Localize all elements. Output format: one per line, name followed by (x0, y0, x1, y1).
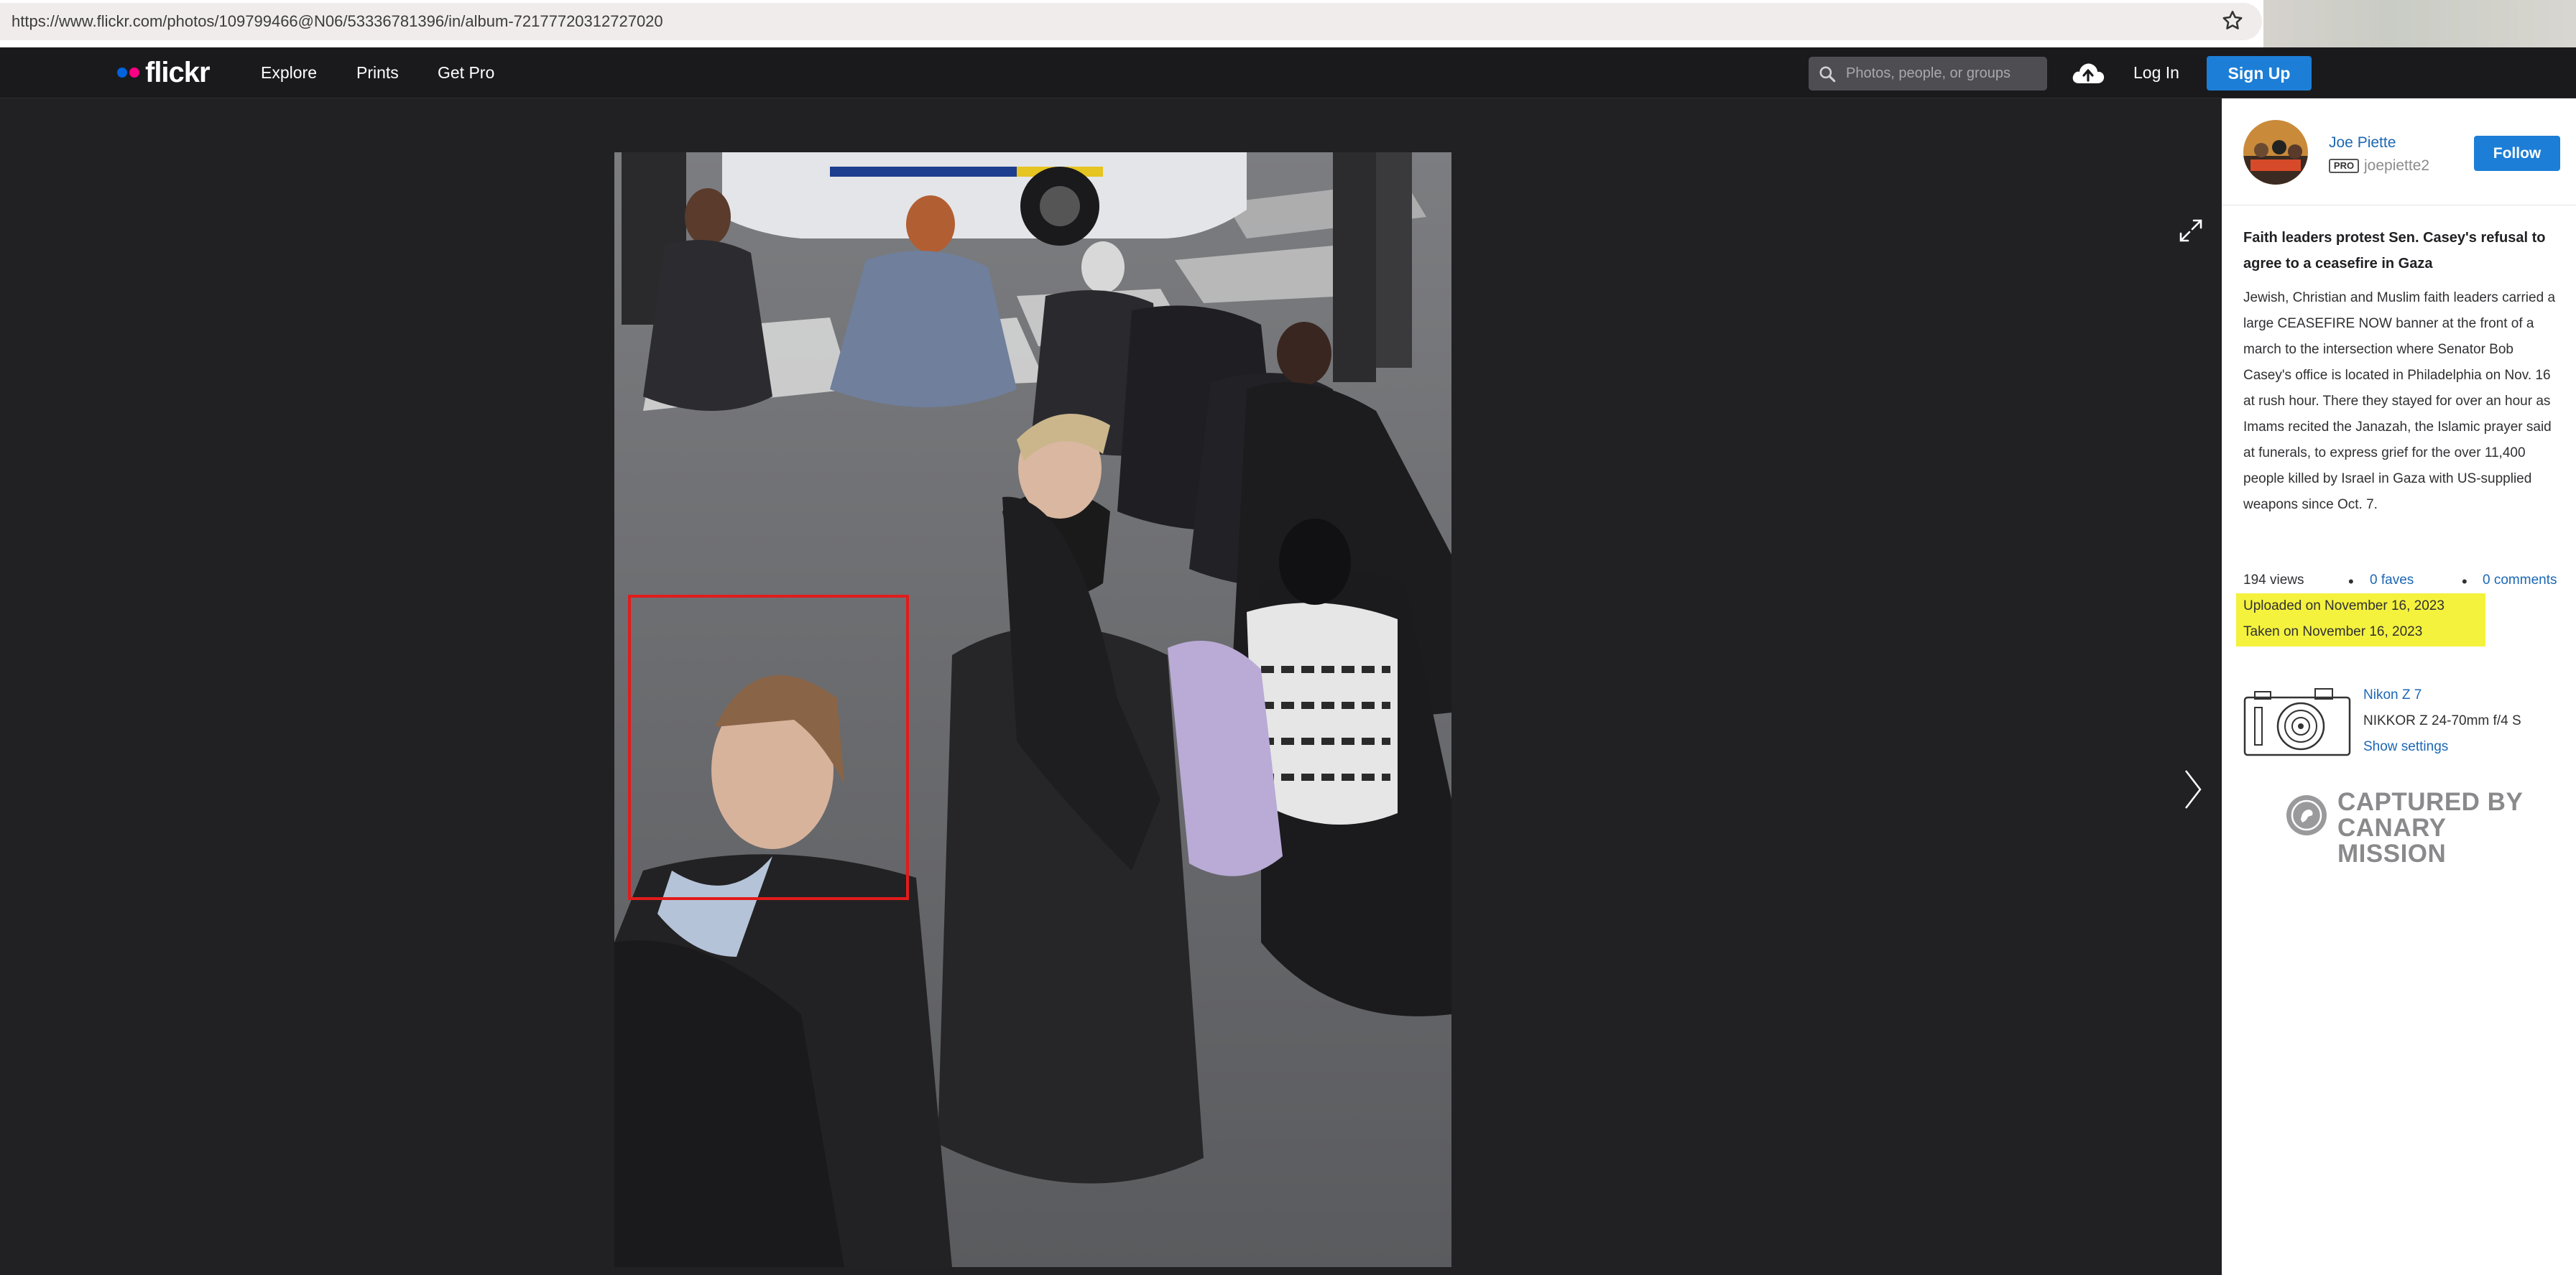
photo-info-sidebar: Joe Piette PRO joepiette2 Follow Faith l… (2222, 98, 2576, 1275)
photo-stage (0, 98, 2222, 1275)
top-navigation: flickr Explore Prints Get Pro Log In Sig… (0, 47, 2576, 98)
nav-prints[interactable]: Prints (356, 63, 399, 83)
search-input[interactable] (1846, 57, 2040, 91)
photo-title: Faith leaders protest Sen. Casey's refus… (2243, 230, 2546, 272)
canary-mission-watermark: CAPTURED BY CANARY MISSION (2285, 789, 2558, 867)
comments-link[interactable]: 0 comments (2483, 572, 2557, 588)
fullscreen-expand-icon[interactable] (2178, 218, 2204, 244)
photo-stats: 194 views • 0 faves • 0 comments (2243, 572, 2565, 594)
date-highlight: Uploaded on November 16, 2023 Taken on N… (2236, 593, 2485, 646)
views-count: 194 views (2243, 572, 2304, 588)
main-photo[interactable] (614, 152, 1451, 1267)
search-box[interactable] (1809, 57, 2047, 91)
browser-address-bar: https://www.flickr.com/photos/109799466@… (0, 0, 2576, 47)
flickr-logo[interactable]: flickr (117, 56, 211, 89)
search-icon[interactable] (1818, 65, 1837, 83)
url-field[interactable]: https://www.flickr.com/photos/109799466@… (0, 3, 2262, 40)
owner-handle-link[interactable]: joepiette2 (2364, 157, 2429, 175)
watermark-line-1: CAPTURED BY (2337, 788, 2524, 816)
pro-badge: PRO (2329, 159, 2359, 173)
login-link[interactable]: Log In (2133, 63, 2179, 83)
camera-model-link[interactable]: Nikon Z 7 (2363, 687, 2422, 703)
bookmark-star-icon[interactable] (2220, 9, 2245, 33)
signup-button[interactable]: Sign Up (2207, 56, 2312, 91)
faves-link[interactable]: 0 faves (2370, 572, 2414, 588)
watermark-line-2: CANARY MISSION (2337, 814, 2447, 868)
uploaded-date: Uploaded on November 16, 2023 (2243, 598, 2445, 613)
logo-blue-dot (117, 68, 127, 78)
watermark-text: CAPTURED BY CANARY MISSION (2337, 789, 2558, 867)
camera-lens: NIKKOR Z 24-70mm f/4 S (2363, 713, 2521, 728)
next-photo-chevron-icon[interactable] (2183, 768, 2203, 811)
logo-wordmark: flickr (145, 56, 211, 88)
protest-photo-image (614, 152, 1451, 1267)
url-text[interactable]: https://www.flickr.com/photos/109799466@… (11, 12, 663, 31)
follow-button[interactable]: Follow (2474, 136, 2560, 171)
camera-icon (2243, 688, 2351, 756)
stat-separator: • (2348, 572, 2354, 590)
owner-name-link[interactable]: Joe Piette (2329, 134, 2396, 152)
window-thumbnail (2263, 0, 2576, 47)
upload-cloud-icon[interactable] (2070, 60, 2106, 86)
photo-description: Jewish, Christian and Muslim faith leade… (2243, 290, 2556, 512)
show-settings-link[interactable]: Show settings (2363, 739, 2448, 755)
nav-get-pro[interactable]: Get Pro (438, 63, 494, 83)
taken-date: Taken on November 16, 2023 (2243, 624, 2423, 639)
logo-pink-dot (129, 68, 139, 78)
canary-mission-seal-icon (2286, 795, 2327, 835)
stat-separator: • (2462, 572, 2467, 590)
nav-explore[interactable]: Explore (261, 63, 317, 83)
owner-avatar[interactable] (2243, 120, 2308, 185)
